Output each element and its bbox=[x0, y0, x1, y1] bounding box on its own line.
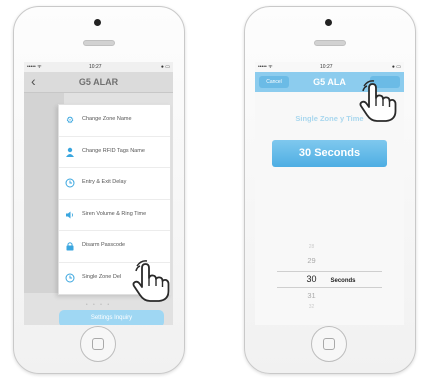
battery-icon: ● ▭ bbox=[391, 64, 401, 70]
picker-selection-line bbox=[277, 271, 382, 272]
phone-frame-left: ••••• ᯤ 10:27 ● ▭ ‹ G5 ALAR ⚙ Change Zon… bbox=[13, 6, 185, 374]
menu-item-entry-exit-delay[interactable]: Entry & Exit Delay bbox=[59, 168, 170, 200]
status-bar: ••••• ᯤ 10:27 ● ▭ bbox=[24, 62, 173, 72]
app-screen-right: ••••• ᯤ 10:27 ● ▭ Cancel G5 ALA Single Z… bbox=[255, 62, 404, 325]
menu-item-siren-volume-ring-time[interactable]: Siren Volume & Ring Time bbox=[59, 200, 170, 231]
picker-row-selected[interactable]: 30 Seconds bbox=[255, 274, 404, 284]
gear-icon: ⚙ bbox=[65, 115, 75, 125]
status-time: 10:27 bbox=[89, 64, 102, 70]
tap-hand-icon bbox=[132, 260, 170, 302]
clock-icon bbox=[65, 273, 75, 283]
picker-row[interactable]: 29 bbox=[255, 256, 404, 265]
camera-lens bbox=[325, 19, 332, 26]
picker-row[interactable]: 32 bbox=[255, 304, 404, 310]
selected-value-display: 30 Seconds bbox=[272, 140, 387, 167]
lock-icon bbox=[65, 241, 75, 251]
speaker-icon bbox=[65, 210, 75, 220]
signal-icon: ••••• ᯤ bbox=[258, 64, 273, 70]
home-square-icon bbox=[323, 338, 335, 350]
picker-selection-line bbox=[277, 287, 382, 288]
menu-item-change-zone-name[interactable]: ⚙ Change Zone Name bbox=[59, 105, 170, 137]
settings-inquiry-button[interactable]: Settings Inquiry bbox=[59, 310, 164, 325]
home-button[interactable] bbox=[80, 326, 116, 362]
camera-lens bbox=[94, 19, 101, 26]
signal-icon: ••••• ᯤ bbox=[27, 64, 42, 70]
earpiece-speaker bbox=[83, 40, 115, 46]
menu-item-change-rfid-tags-name[interactable]: Change RFID Tags Name bbox=[59, 137, 170, 168]
home-square-icon bbox=[92, 338, 104, 350]
status-bar: ••••• ᯤ 10:27 ● ▭ bbox=[255, 62, 404, 72]
status-time: 10:27 bbox=[320, 64, 333, 70]
earpiece-speaker bbox=[314, 40, 346, 46]
menu-item-label: Single Zone Del bbox=[82, 273, 122, 280]
clock-icon bbox=[65, 178, 75, 188]
phone-frame-right: ••••• ᯤ 10:27 ● ▭ Cancel G5 ALA Single Z… bbox=[244, 6, 416, 374]
picker-unit-label: Seconds bbox=[330, 278, 356, 284]
menu-item-label: Siren Volume & Ring Time bbox=[82, 210, 147, 217]
person-icon bbox=[65, 147, 75, 157]
menu-item-label: Disarm Passcode bbox=[82, 242, 126, 248]
picker-row[interactable]: 28 bbox=[255, 244, 404, 250]
menu-item-label: Change Zone Name bbox=[82, 116, 132, 122]
home-button[interactable] bbox=[311, 326, 347, 362]
seconds-picker-wheel[interactable]: 28 29 30 Seconds 31 32 bbox=[255, 242, 404, 325]
app-screen-left: ••••• ᯤ 10:27 ● ▭ ‹ G5 ALAR ⚙ Change Zon… bbox=[24, 62, 173, 325]
menu-item-label: Entry & Exit Delay bbox=[82, 179, 127, 185]
menu-item-label: Change RFID Tags Name bbox=[82, 147, 145, 154]
picker-row[interactable]: 31 bbox=[255, 291, 404, 300]
battery-icon: ● ▭ bbox=[160, 64, 170, 70]
tap-hand-icon bbox=[359, 80, 397, 122]
